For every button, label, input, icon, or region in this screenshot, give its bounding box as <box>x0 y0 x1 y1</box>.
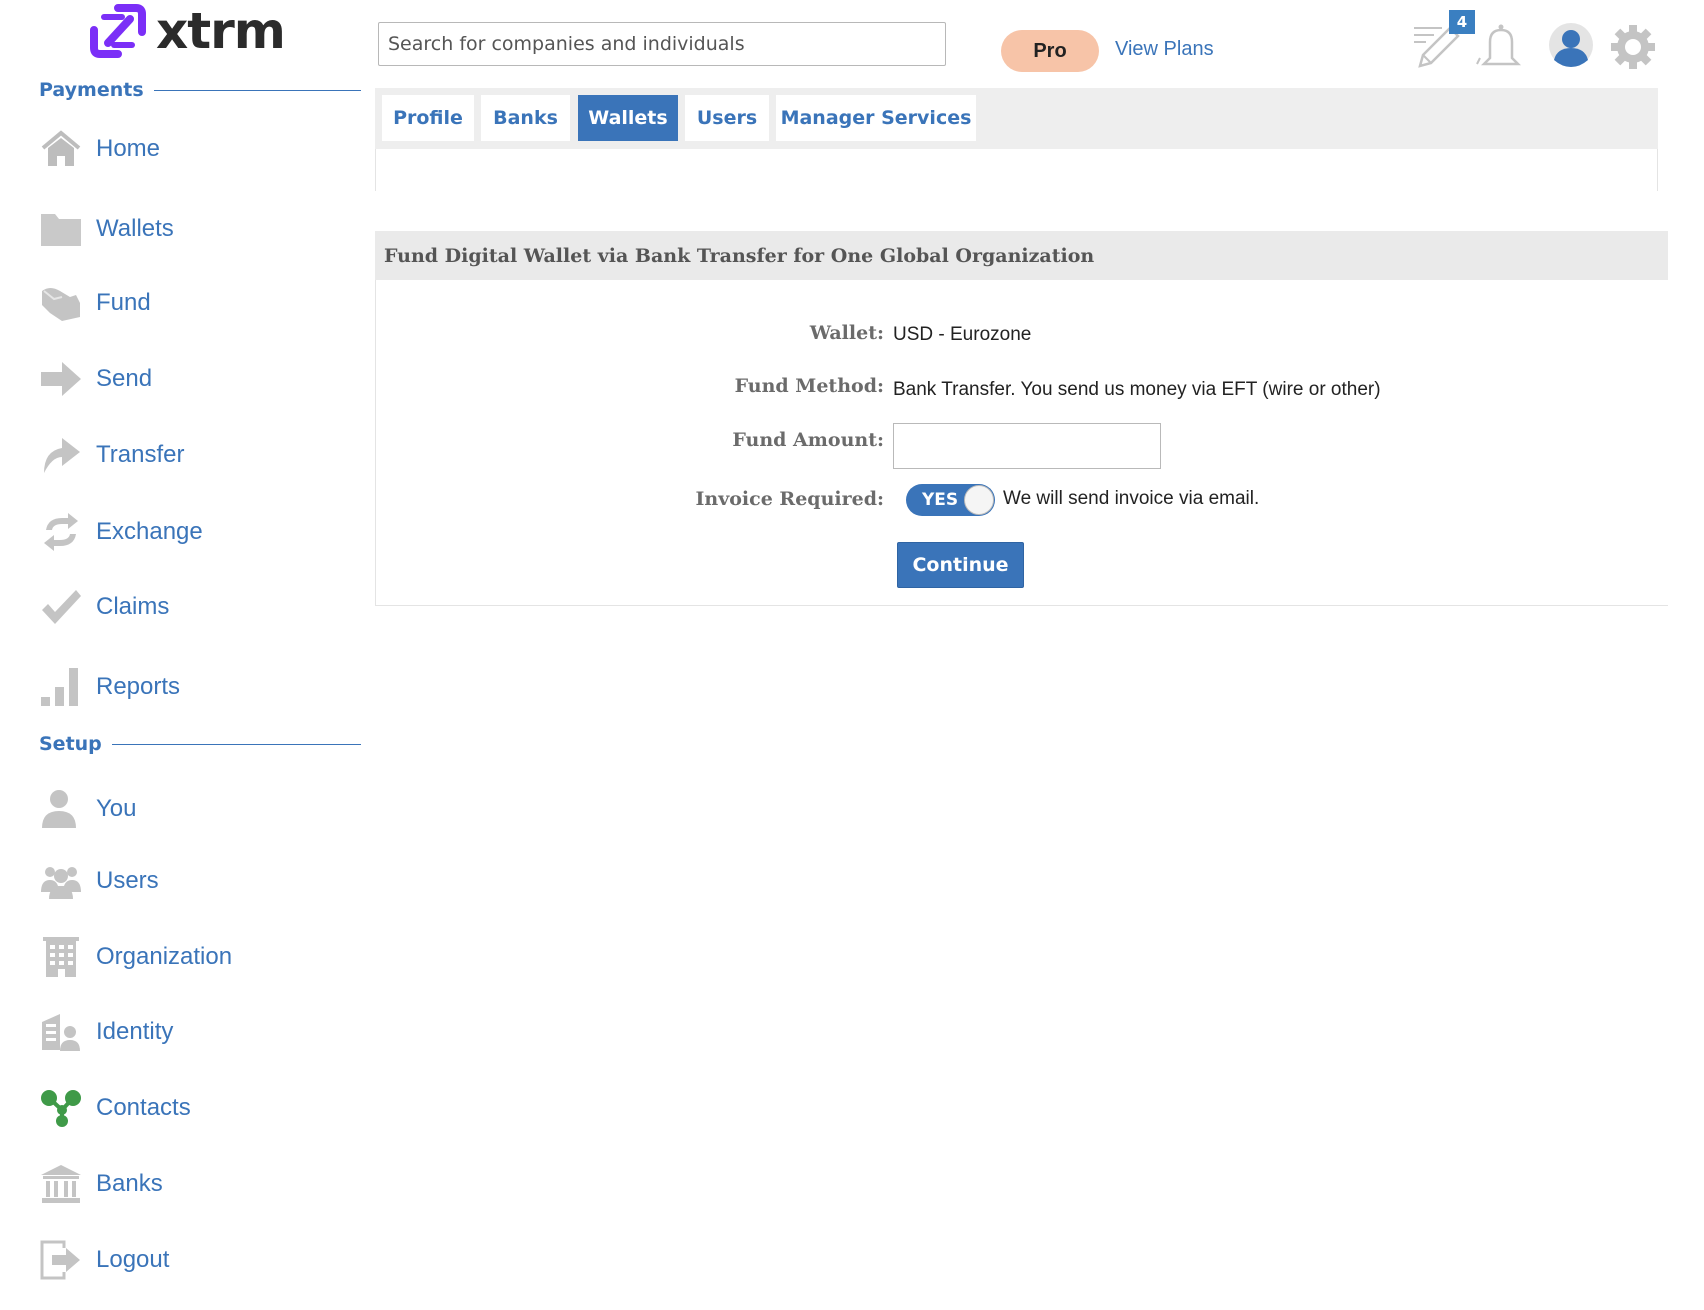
fund-method-value: Bank Transfer. You send us money via EFT… <box>893 379 1381 400</box>
xtrm-logo[interactable]: xtrm <box>88 0 298 62</box>
sidebar-item-logout[interactable]: Logout <box>40 1236 169 1284</box>
tab-profile[interactable]: Profile <box>382 95 474 141</box>
folder-icon <box>40 208 82 250</box>
tab-users[interactable]: Users <box>685 95 769 141</box>
home-icon <box>40 128 82 170</box>
toggle-knob <box>964 485 994 515</box>
sidebar-item-label: Identity <box>96 1018 174 1045</box>
continue-button[interactable]: Continue <box>897 542 1024 588</box>
panel-title: Fund Digital Wallet via Bank Transfer fo… <box>375 231 1668 280</box>
xtrm-logo-icon <box>90 4 146 58</box>
fund-amount-label: Fund Amount: <box>732 429 884 451</box>
sidebar-item-label: Exchange <box>96 518 203 545</box>
invoice-note: We will send invoice via email. <box>1003 488 1260 509</box>
sidebar-item-label: Banks <box>96 1170 163 1197</box>
sidebar-item-you[interactable]: You <box>40 785 137 833</box>
identity-icon <box>40 1011 82 1053</box>
sidebar-item-banks[interactable]: Banks <box>40 1160 163 1208</box>
sidebar-item-label: Logout <box>96 1246 170 1273</box>
arrow-right-icon <box>40 358 82 400</box>
sidebar-item-wallets[interactable]: Wallets <box>40 205 174 253</box>
sidebar-item-transfer[interactable]: Transfer <box>40 431 184 479</box>
setup-heading: Setup <box>39 733 102 755</box>
person-icon <box>40 788 82 830</box>
sidebar-item-label: Home <box>96 135 161 162</box>
exchange-icon <box>40 511 82 553</box>
notes-count-badge: 4 <box>1449 10 1475 34</box>
sidebar-item-users[interactable]: Users <box>40 857 159 905</box>
plan-badge-button[interactable]: Pro <box>1001 30 1099 72</box>
tab-panel <box>375 149 1658 191</box>
sidebar-item-exchange[interactable]: Exchange <box>40 508 203 556</box>
fund-amount-input[interactable] <box>893 423 1161 469</box>
search-input[interactable] <box>378 22 946 66</box>
logout-icon <box>40 1239 82 1281</box>
brand-name: xtrm <box>156 2 286 60</box>
toggle-state-label: YES <box>922 490 959 510</box>
sidebar-item-label: Organization <box>96 943 233 970</box>
sidebar-item-label: Claims <box>96 593 170 620</box>
user-avatar-icon[interactable] <box>1548 22 1594 73</box>
transfer-arrow-icon <box>40 434 82 476</box>
sidebar-item-claims[interactable]: Claims <box>40 583 169 631</box>
bank-icon <box>40 1163 82 1205</box>
bar-chart-icon <box>40 666 82 708</box>
tab-wallets[interactable]: Wallets <box>578 95 678 141</box>
users-group-icon <box>40 860 82 902</box>
payments-heading: Payments <box>39 79 144 101</box>
building-icon <box>40 936 82 978</box>
fund-method-label: Fund Method: <box>734 375 884 397</box>
sidebar-item-label: Fund <box>96 289 151 316</box>
sidebar-item-send[interactable]: Send <box>40 355 152 403</box>
payments-section-heading: Payments <box>39 79 361 101</box>
sidebar-item-reports[interactable]: Reports <box>40 663 180 711</box>
sidebar-item-contacts[interactable]: Contacts <box>40 1084 191 1132</box>
sidebar-item-label: Send <box>96 365 153 392</box>
invoice-required-toggle[interactable]: YES <box>906 484 995 516</box>
view-plans-link[interactable]: View Plans <box>1115 38 1214 61</box>
sidebar-item-identity[interactable]: Identity <box>40 1008 173 1056</box>
fund-icon <box>40 282 82 324</box>
payments-divider <box>153 89 361 91</box>
contacts-network-icon <box>40 1087 82 1129</box>
tab-banks[interactable]: Banks <box>481 95 570 141</box>
sidebar-item-home[interactable]: Home <box>40 125 160 173</box>
sidebar-item-label: Wallets <box>96 215 174 242</box>
wallet-value: USD - Eurozone <box>893 324 1032 345</box>
setup-divider <box>111 743 361 745</box>
tab-manager-services[interactable]: Manager Services <box>776 95 976 141</box>
sidebar-item-label: You <box>96 795 137 822</box>
wallet-label: Wallet: <box>809 322 884 344</box>
sidebar-item-organization[interactable]: Organization <box>40 933 232 981</box>
setup-section-heading: Setup <box>39 733 361 755</box>
sidebar-item-label: Users <box>96 867 159 894</box>
sidebar-item-label: Contacts <box>96 1094 191 1121</box>
sidebar-item-label: Transfer <box>96 441 185 468</box>
checkmark-icon <box>40 586 82 628</box>
invoice-required-label: Invoice Required: <box>695 488 885 510</box>
sidebar-item-fund[interactable]: Fund <box>40 279 151 327</box>
bell-icon[interactable] <box>1476 22 1526 75</box>
sidebar-item-label: Reports <box>96 673 181 700</box>
settings-gear-icon[interactable] <box>1610 24 1656 75</box>
